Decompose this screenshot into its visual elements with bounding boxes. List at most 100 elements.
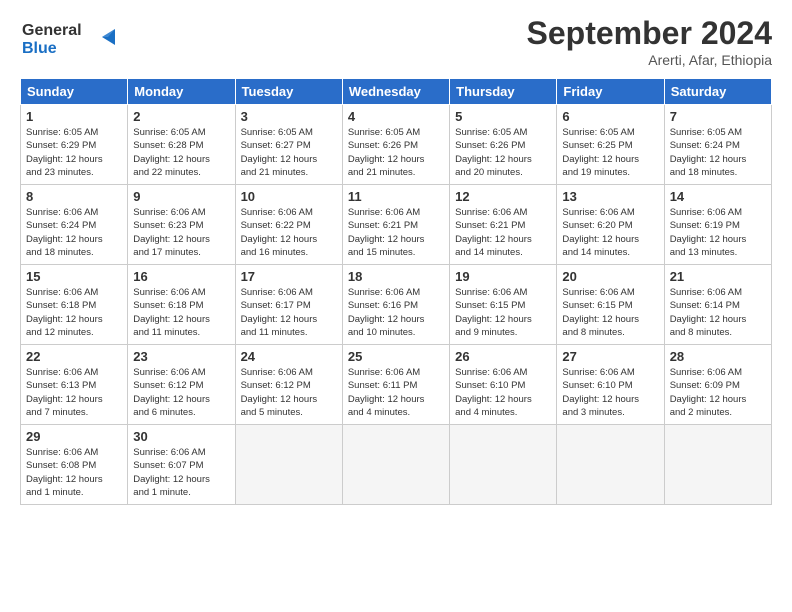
- day-info: Sunrise: 6:06 AM Sunset: 6:20 PM Dayligh…: [562, 206, 658, 259]
- day-number: 29: [26, 429, 122, 444]
- day-number: 13: [562, 189, 658, 204]
- logo-icon: General Blue: [20, 15, 125, 57]
- calendar-day-cell: 8Sunrise: 6:06 AM Sunset: 6:24 PM Daylig…: [21, 185, 128, 265]
- calendar-day-cell: 18 Sunrise: 6:06 AM Sunset: 6:16 PM Dayli…: [342, 265, 449, 345]
- calendar-day-cell: 12 Sunrise: 6:06 AM Sunset: 6:21 PM Dayli…: [450, 185, 557, 265]
- calendar-day-cell: 17 Sunrise: 6:06 AM Sunset: 6:17 PM Dayli…: [235, 265, 342, 345]
- svg-text:General: General: [22, 22, 82, 39]
- day-of-week-header: Friday: [557, 79, 664, 105]
- day-number: 21: [670, 269, 766, 284]
- day-number: 11: [348, 189, 444, 204]
- calendar-day-cell: 13 Sunrise: 6:06 AM Sunset: 6:20 PM Dayli…: [557, 185, 664, 265]
- calendar-day-cell: 27 Sunrise: 6:06 AM Sunset: 6:10 PM Dayli…: [557, 345, 664, 425]
- calendar-day-cell: 11 Sunrise: 6:06 AM Sunset: 6:21 PM Dayli…: [342, 185, 449, 265]
- day-info: Sunrise: 6:06 AM Sunset: 6:17 PM Dayligh…: [241, 286, 337, 339]
- calendar-day-cell: [450, 425, 557, 505]
- day-info: Sunrise: 6:05 AM Sunset: 6:28 PM Dayligh…: [133, 126, 229, 179]
- calendar-day-cell: 22 Sunrise: 6:06 AM Sunset: 6:13 PM Dayli…: [21, 345, 128, 425]
- day-info: Sunrise: 6:06 AM Sunset: 6:09 PM Dayligh…: [670, 366, 766, 419]
- day-info: Sunrise: 6:06 AM Sunset: 6:24 PM Dayligh…: [26, 206, 122, 259]
- calendar-day-cell: 7Sunrise: 6:05 AM Sunset: 6:24 PM Daylig…: [664, 105, 771, 185]
- day-number: 4: [348, 109, 444, 124]
- day-info: Sunrise: 6:06 AM Sunset: 6:16 PM Dayligh…: [348, 286, 444, 339]
- calendar-day-cell: 25 Sunrise: 6:06 AM Sunset: 6:11 PM Dayli…: [342, 345, 449, 425]
- calendar-day-cell: 16 Sunrise: 6:06 AM Sunset: 6:18 PM Dayli…: [128, 265, 235, 345]
- day-info: Sunrise: 6:05 AM Sunset: 6:25 PM Dayligh…: [562, 126, 658, 179]
- day-info: Sunrise: 6:06 AM Sunset: 6:12 PM Dayligh…: [133, 366, 229, 419]
- day-number: 18: [348, 269, 444, 284]
- day-number: 12: [455, 189, 551, 204]
- day-number: 16: [133, 269, 229, 284]
- calendar-day-cell: 20 Sunrise: 6:06 AM Sunset: 6:15 PM Dayli…: [557, 265, 664, 345]
- day-info: Sunrise: 6:06 AM Sunset: 6:21 PM Dayligh…: [455, 206, 551, 259]
- calendar-table: SundayMondayTuesdayWednesdayThursdayFrid…: [20, 78, 772, 505]
- day-number: 17: [241, 269, 337, 284]
- day-number: 20: [562, 269, 658, 284]
- day-info: Sunrise: 6:06 AM Sunset: 6:07 PM Dayligh…: [133, 446, 229, 499]
- calendar-day-cell: 5 Sunrise: 6:05 AM Sunset: 6:26 PM Daylig…: [450, 105, 557, 185]
- day-number: 27: [562, 349, 658, 364]
- calendar-day-cell: 24 Sunrise: 6:06 AM Sunset: 6:12 PM Dayli…: [235, 345, 342, 425]
- day-number: 5: [455, 109, 551, 124]
- calendar-day-cell: 6 Sunrise: 6:05 AM Sunset: 6:25 PM Daylig…: [557, 105, 664, 185]
- day-of-week-header: Sunday: [21, 79, 128, 105]
- day-number: 15: [26, 269, 122, 284]
- calendar-day-cell: 29Sunrise: 6:06 AM Sunset: 6:08 PM Dayli…: [21, 425, 128, 505]
- calendar-day-cell: 9Sunrise: 6:06 AM Sunset: 6:23 PM Daylig…: [128, 185, 235, 265]
- day-number: 19: [455, 269, 551, 284]
- day-info: Sunrise: 6:06 AM Sunset: 6:15 PM Dayligh…: [562, 286, 658, 339]
- day-info: Sunrise: 6:05 AM Sunset: 6:26 PM Dayligh…: [348, 126, 444, 179]
- calendar-day-cell: 21 Sunrise: 6:06 AM Sunset: 6:14 PM Dayli…: [664, 265, 771, 345]
- day-info: Sunrise: 6:06 AM Sunset: 6:21 PM Dayligh…: [348, 206, 444, 259]
- day-of-week-header: Thursday: [450, 79, 557, 105]
- day-info: Sunrise: 6:06 AM Sunset: 6:10 PM Dayligh…: [455, 366, 551, 419]
- day-info: Sunrise: 6:06 AM Sunset: 6:18 PM Dayligh…: [133, 286, 229, 339]
- day-number: 2: [133, 109, 229, 124]
- calendar-week-row: 15 Sunrise: 6:06 AM Sunset: 6:18 PM Dayli…: [21, 265, 772, 345]
- day-info: Sunrise: 6:06 AM Sunset: 6:13 PM Dayligh…: [26, 366, 122, 419]
- day-number: 14: [670, 189, 766, 204]
- day-info: Sunrise: 6:05 AM Sunset: 6:24 PM Dayligh…: [670, 126, 766, 179]
- day-info: Sunrise: 6:05 AM Sunset: 6:27 PM Dayligh…: [241, 126, 337, 179]
- day-info: Sunrise: 6:06 AM Sunset: 6:11 PM Dayligh…: [348, 366, 444, 419]
- calendar-body: 1Sunrise: 6:05 AM Sunset: 6:29 PM Daylig…: [21, 105, 772, 505]
- day-number: 26: [455, 349, 551, 364]
- day-of-week-header: Tuesday: [235, 79, 342, 105]
- day-info: Sunrise: 6:06 AM Sunset: 6:23 PM Dayligh…: [133, 206, 229, 259]
- svg-text:Blue: Blue: [22, 40, 57, 57]
- header: General Blue September 2024 Arerti, Afar…: [20, 15, 772, 68]
- day-number: 25: [348, 349, 444, 364]
- day-info: Sunrise: 6:06 AM Sunset: 6:19 PM Dayligh…: [670, 206, 766, 259]
- calendar-day-cell: 26 Sunrise: 6:06 AM Sunset: 6:10 PM Dayli…: [450, 345, 557, 425]
- calendar-day-cell: 30Sunrise: 6:06 AM Sunset: 6:07 PM Dayli…: [128, 425, 235, 505]
- day-info: Sunrise: 6:06 AM Sunset: 6:12 PM Dayligh…: [241, 366, 337, 419]
- calendar-day-cell: 4 Sunrise: 6:05 AM Sunset: 6:26 PM Daylig…: [342, 105, 449, 185]
- day-number: 6: [562, 109, 658, 124]
- day-info: Sunrise: 6:06 AM Sunset: 6:15 PM Dayligh…: [455, 286, 551, 339]
- logo: General Blue: [20, 15, 125, 62]
- day-number: 24: [241, 349, 337, 364]
- day-info: Sunrise: 6:06 AM Sunset: 6:18 PM Dayligh…: [26, 286, 122, 339]
- calendar-day-cell: 23 Sunrise: 6:06 AM Sunset: 6:12 PM Dayli…: [128, 345, 235, 425]
- calendar-day-cell: 1Sunrise: 6:05 AM Sunset: 6:29 PM Daylig…: [21, 105, 128, 185]
- day-number: 28: [670, 349, 766, 364]
- calendar-day-cell: 19 Sunrise: 6:06 AM Sunset: 6:15 PM Dayli…: [450, 265, 557, 345]
- calendar-week-row: 29Sunrise: 6:06 AM Sunset: 6:08 PM Dayli…: [21, 425, 772, 505]
- calendar-week-row: 22 Sunrise: 6:06 AM Sunset: 6:13 PM Dayli…: [21, 345, 772, 425]
- calendar-day-cell: [557, 425, 664, 505]
- day-number: 3: [241, 109, 337, 124]
- calendar-week-row: 1Sunrise: 6:05 AM Sunset: 6:29 PM Daylig…: [21, 105, 772, 185]
- day-number: 23: [133, 349, 229, 364]
- day-of-week-header: Monday: [128, 79, 235, 105]
- day-info: Sunrise: 6:06 AM Sunset: 6:14 PM Dayligh…: [670, 286, 766, 339]
- location: Arerti, Afar, Ethiopia: [527, 52, 772, 68]
- day-info: Sunrise: 6:06 AM Sunset: 6:10 PM Dayligh…: [562, 366, 658, 419]
- days-of-week-row: SundayMondayTuesdayWednesdayThursdayFrid…: [21, 79, 772, 105]
- day-number: 10: [241, 189, 337, 204]
- calendar-day-cell: 3 Sunrise: 6:05 AM Sunset: 6:27 PM Daylig…: [235, 105, 342, 185]
- calendar-day-cell: [664, 425, 771, 505]
- day-info: Sunrise: 6:05 AM Sunset: 6:26 PM Dayligh…: [455, 126, 551, 179]
- day-number: 22: [26, 349, 122, 364]
- page: General Blue September 2024 Arerti, Afar…: [0, 0, 792, 612]
- day-info: Sunrise: 6:05 AM Sunset: 6:29 PM Dayligh…: [26, 126, 122, 179]
